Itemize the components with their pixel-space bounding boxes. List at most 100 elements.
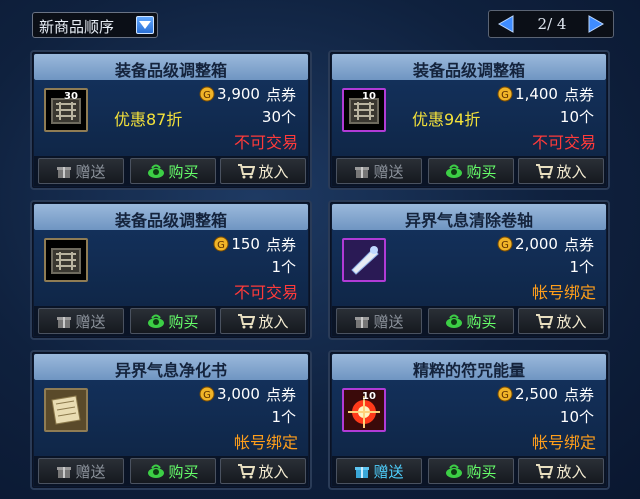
item-icon[interactable]: 10 — [342, 88, 386, 132]
item-stack-badge: 10 — [362, 91, 376, 102]
money-bag-icon — [148, 314, 165, 328]
cart-label: 放入 — [258, 162, 289, 181]
cart-label: 放入 — [556, 312, 587, 331]
shop-item-card: 异界气息净化书 G 3,000 点券 1个 帐号绑定 赠送 购买 放入 — [30, 350, 312, 490]
buy-button[interactable]: 购买 — [130, 308, 216, 334]
price-unit: 点券 — [563, 385, 594, 404]
item-quantity: 10个 — [559, 408, 594, 426]
shop-item-card: 异界气息清除卷轴 G 2,000 点券 1个 帐号绑定 赠送 购买 放入 — [328, 200, 610, 340]
buy-button[interactable]: 购买 — [130, 458, 216, 484]
gift-icon — [57, 467, 72, 478]
previous-page-icon[interactable] — [497, 15, 515, 33]
coupon-coin-icon: G — [497, 86, 513, 102]
buy-label: 购买 — [168, 162, 199, 181]
coupon-coin-icon: G — [497, 386, 513, 402]
coupon-coin-icon: G — [497, 236, 513, 252]
gift-icon — [355, 167, 370, 178]
item-quantity: 1个 — [569, 258, 594, 276]
gift-label: 赠送 — [75, 162, 106, 181]
gift-label: 赠送 — [75, 462, 106, 481]
gift-button[interactable]: 赠送 — [336, 158, 422, 184]
add-to-cart-button[interactable]: 放入 — [220, 308, 306, 334]
item-actions: 赠送 购买 放入 — [34, 306, 308, 336]
price-row: G 1,400 点券 — [497, 84, 594, 104]
item-icon[interactable] — [44, 238, 88, 282]
item-body: G 2,000 点券 1个 帐号绑定 — [332, 230, 606, 308]
money-bag-icon — [446, 464, 463, 478]
gift-icon — [57, 317, 72, 328]
price-row: G 2,000 点券 — [497, 234, 594, 254]
item-title-bar: 异界气息净化书 — [34, 354, 308, 380]
item-title: 异界气息净化书 — [114, 361, 227, 380]
item-title: 装备品级调整箱 — [412, 61, 525, 80]
trade-status: 不可交易 — [233, 283, 298, 302]
gift-label: 赠送 — [373, 312, 404, 331]
money-bag-icon — [446, 164, 463, 178]
buy-button[interactable]: 购买 — [130, 158, 216, 184]
money-bag-icon — [148, 164, 165, 178]
chevron-down-icon[interactable] — [136, 16, 154, 34]
trade-status: 帐号绑定 — [233, 433, 298, 452]
add-to-cart-button[interactable]: 放入 — [518, 308, 604, 334]
item-icon[interactable]: 30 — [44, 88, 88, 132]
gift-button[interactable]: 赠送 — [38, 458, 124, 484]
shop-toolbar: 新商品顺序 2/ 4 — [0, 0, 640, 42]
item-title-bar: 异界气息清除卷轴 — [332, 204, 606, 230]
discount-label: 优惠87折 — [114, 110, 183, 129]
add-to-cart-button[interactable]: 放入 — [220, 458, 306, 484]
gift-icon — [355, 317, 370, 328]
cart-label: 放入 — [258, 462, 289, 481]
trade-status: 不可交易 — [233, 133, 298, 152]
cart-icon — [238, 464, 256, 479]
gift-label: 赠送 — [373, 462, 404, 481]
item-icon[interactable] — [342, 238, 386, 282]
item-icon[interactable] — [44, 388, 88, 432]
gift-button[interactable]: 赠送 — [336, 308, 422, 334]
item-actions: 赠送 购买 放入 — [332, 156, 606, 186]
item-title-bar: 装备品级调整箱 — [34, 54, 308, 80]
next-page-icon[interactable] — [587, 15, 605, 33]
item-body: 10 G 1,400 点券 优惠94折 10个 不可交易 — [332, 80, 606, 158]
trade-status: 不可交易 — [531, 133, 596, 152]
add-to-cart-button[interactable]: 放入 — [518, 158, 604, 184]
svg-text:G: G — [501, 90, 509, 101]
buy-button[interactable]: 购买 — [428, 158, 514, 184]
price-row: G 3,900 点券 — [199, 84, 296, 104]
trade-status: 帐号绑定 — [531, 433, 596, 452]
item-actions: 赠送 购买 放入 — [34, 456, 308, 486]
buy-button[interactable]: 购买 — [428, 308, 514, 334]
price-unit: 点券 — [563, 235, 594, 254]
svg-text:G: G — [203, 390, 211, 401]
item-stack-badge: 10 — [362, 391, 376, 402]
sort-order-dropdown[interactable]: 新商品顺序 — [32, 12, 158, 38]
gift-button[interactable]: 赠送 — [38, 308, 124, 334]
item-quantity: 1个 — [271, 258, 296, 276]
item-title-bar: 装备品级调整箱 — [332, 54, 606, 80]
buy-label: 购买 — [168, 462, 199, 481]
add-to-cart-button[interactable]: 放入 — [220, 158, 306, 184]
cart-icon — [536, 314, 554, 329]
item-body: 30 G 3,900 点券 优惠87折 30个 不可交易 — [34, 80, 308, 158]
gift-icon — [355, 467, 370, 478]
cart-icon — [536, 164, 554, 179]
gift-icon — [57, 167, 72, 178]
svg-text:G: G — [501, 390, 509, 401]
item-actions: 赠送 购买 放入 — [34, 156, 308, 186]
item-title-bar: 精粹的符咒能量 — [332, 354, 606, 380]
buy-button[interactable]: 购买 — [428, 458, 514, 484]
gift-button[interactable]: 赠送 — [336, 458, 422, 484]
shop-item-card: 装备品级调整箱 G 150 点券 1个 不可交易 赠送 购买 放入 — [30, 200, 312, 340]
item-actions: 赠送 购买 放入 — [332, 306, 606, 336]
add-to-cart-button[interactable]: 放入 — [518, 458, 604, 484]
gift-button[interactable]: 赠送 — [38, 158, 124, 184]
item-price: 2,000 — [515, 235, 558, 253]
item-body: G 3,000 点券 1个 帐号绑定 — [34, 380, 308, 458]
buy-label: 购买 — [466, 462, 497, 481]
item-title: 装备品级调整箱 — [114, 211, 227, 230]
page-indicator: 2/ 4 — [537, 15, 567, 33]
coupon-coin-icon: G — [199, 86, 215, 102]
item-icon[interactable]: 10 — [342, 388, 386, 432]
item-quantity: 30个 — [261, 108, 296, 126]
price-row: G 150 点券 — [213, 234, 296, 254]
price-row: G 2,500 点券 — [497, 384, 594, 404]
